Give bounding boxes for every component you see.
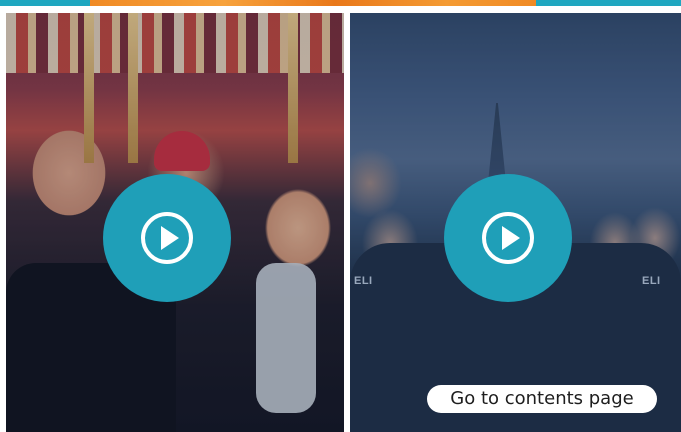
play-button-1[interactable] bbox=[103, 174, 231, 302]
video-card-1[interactable] bbox=[6, 13, 344, 432]
go-to-contents-button[interactable]: Go to contents page bbox=[427, 385, 657, 413]
video-card-2[interactable]: ELI ELI bbox=[350, 13, 681, 432]
play-icon bbox=[141, 212, 193, 264]
play-icon bbox=[482, 212, 534, 264]
banner-image bbox=[90, 0, 536, 6]
play-button-2[interactable] bbox=[444, 174, 572, 302]
top-banner bbox=[0, 0, 681, 6]
